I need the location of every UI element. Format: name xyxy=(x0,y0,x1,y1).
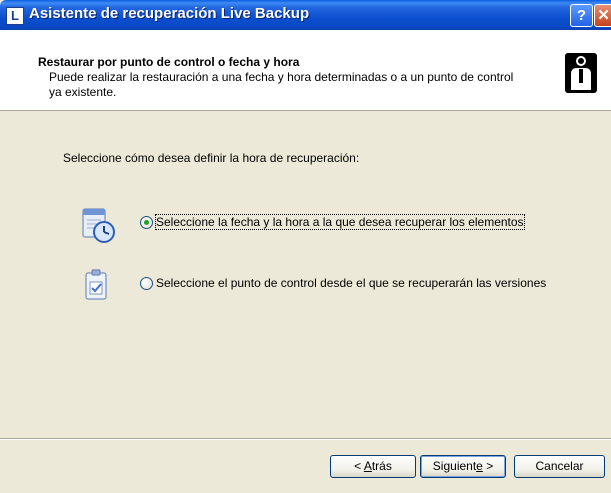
calendar-clock-icon xyxy=(82,208,115,243)
header-title: Restaurar por punto de control o fecha y… xyxy=(38,55,300,69)
cancel-button[interactable]: Cancelar xyxy=(514,455,605,478)
next-button-suffix: > xyxy=(482,459,494,473)
wizard-header: Restaurar por punto de control o fecha y… xyxy=(0,30,611,111)
back-button[interactable]: < Atrás xyxy=(330,455,416,478)
title-bar[interactable]: L Asistente de recuperación Live Backup … xyxy=(0,0,611,30)
radio-date-time[interactable] xyxy=(140,216,153,229)
prompt-text: Seleccione cómo desea definir la hora de… xyxy=(63,151,360,165)
header-description: Puede realizar la restauración a una fec… xyxy=(49,70,514,99)
footer-divider xyxy=(0,438,611,440)
option-date-time-label[interactable]: Seleccione la fecha y la hora a la que d… xyxy=(155,214,525,230)
option-checkpoint-label[interactable]: Seleccione el punto de control desde el … xyxy=(156,276,546,290)
help-button[interactable]: ? xyxy=(570,4,593,27)
recovery-wizard-window: L Asistente de recuperación Live Backup … xyxy=(0,0,611,493)
close-icon: ✕ xyxy=(597,7,610,24)
back-button-prefix: < xyxy=(354,459,364,473)
app-icon: L xyxy=(6,7,24,25)
next-button-mnemonic: e xyxy=(476,459,483,473)
back-button-suffix: trás xyxy=(371,459,392,473)
next-button[interactable]: Siguiente > xyxy=(420,455,506,478)
next-button-prefix: Siguient xyxy=(432,459,477,473)
close-button[interactable]: ✕ xyxy=(594,4,611,27)
window-title: Asistente de recuperación Live Backup xyxy=(29,5,310,22)
checkpoint-document-icon xyxy=(85,269,107,300)
radio-checkpoint[interactable] xyxy=(140,277,153,290)
back-button-mnemonic: A xyxy=(363,459,372,473)
wizard-person-icon xyxy=(565,53,597,93)
